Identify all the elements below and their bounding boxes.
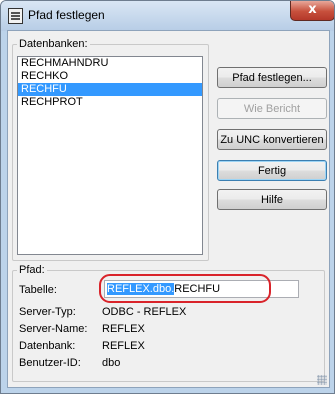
- dialog-body: Datenbanken: RECHMAHNDRU RECHKO RECHFU R…: [7, 30, 330, 388]
- window-title: Pfad festlegen: [28, 8, 105, 22]
- benutzer-label: Benutzer-ID:: [19, 357, 81, 369]
- fertig-button[interactable]: Fertig: [217, 160, 327, 181]
- dialog-window: Pfad festlegen x Datenbanken: RECHMAHNDR…: [0, 0, 335, 394]
- resize-grip[interactable]: [317, 375, 327, 385]
- wie-bericht-button[interactable]: Wie Bericht: [217, 98, 327, 119]
- server-name-value: REFLEX: [102, 323, 145, 335]
- list-item-selected[interactable]: RECHFU: [18, 83, 202, 96]
- datenbank-label: Datenbank:: [19, 340, 76, 352]
- close-button[interactable]: x: [290, 1, 334, 21]
- tabelle-label: Tabelle:: [19, 284, 57, 296]
- server-typ-value: ODBC - REFLEX: [102, 306, 187, 318]
- databases-legend: Datenbanken:: [19, 38, 88, 50]
- zu-unc-button[interactable]: Zu UNC konvertieren: [217, 129, 327, 150]
- pfad-festlegen-button[interactable]: Pfad festlegen...: [217, 67, 327, 88]
- hilfe-button[interactable]: Hilfe: [217, 189, 327, 210]
- database-listbox[interactable]: RECHMAHNDRU RECHKO RECHFU RECHPROT: [17, 56, 203, 255]
- app-icon: [8, 8, 23, 24]
- list-item[interactable]: RECHPROT: [18, 96, 202, 109]
- benutzer-value: dbo: [102, 357, 121, 369]
- list-item[interactable]: RECHMAHNDRU: [18, 57, 202, 70]
- server-typ-label: Server-Typ:: [19, 306, 76, 318]
- pfad-legend: Pfad:: [19, 264, 45, 276]
- annotation-ring: [99, 274, 271, 303]
- list-item[interactable]: RECHKO: [18, 70, 202, 83]
- server-name-label: Server-Name:: [19, 323, 88, 335]
- datenbank-value: REFLEX: [102, 340, 145, 352]
- title-bar[interactable]: Pfad festlegen x: [1, 1, 334, 31]
